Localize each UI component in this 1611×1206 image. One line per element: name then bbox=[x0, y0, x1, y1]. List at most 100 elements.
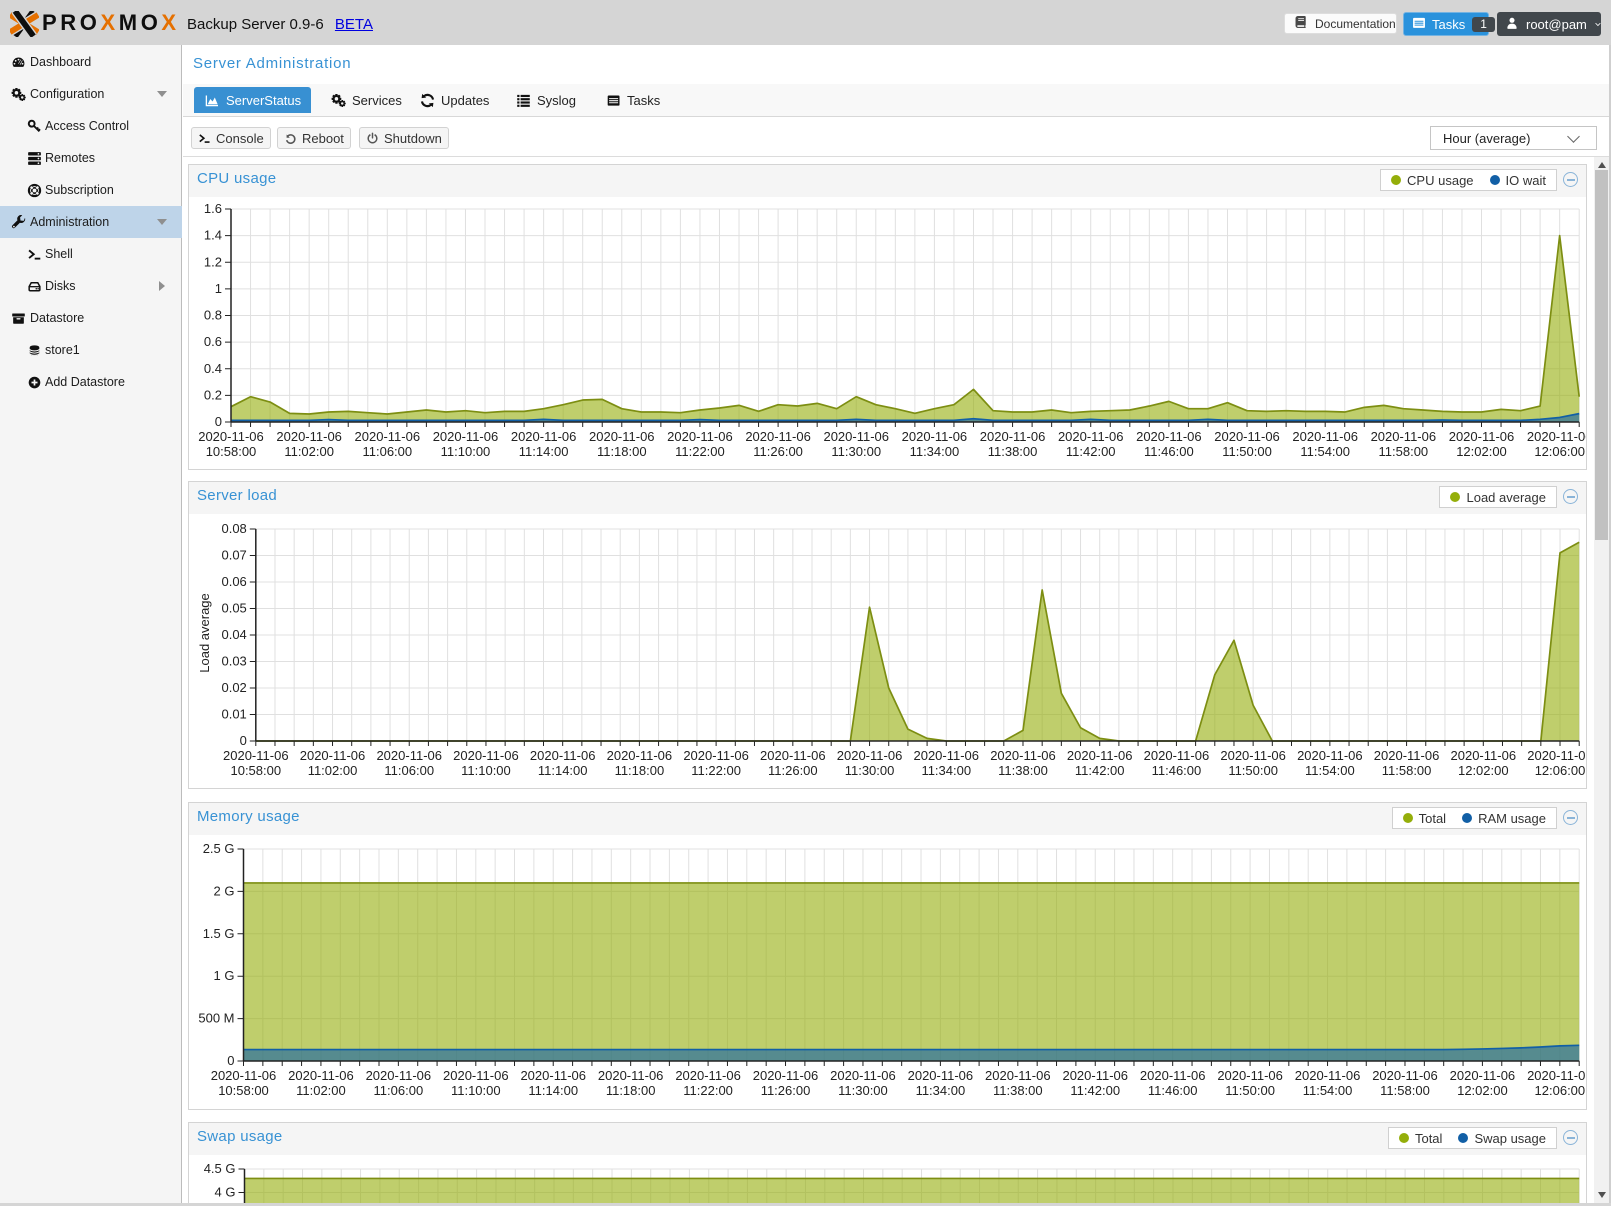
svg-text:0.08: 0.08 bbox=[221, 521, 246, 536]
svg-text:0.8: 0.8 bbox=[204, 308, 222, 323]
svg-text:4.5 G: 4.5 G bbox=[204, 1161, 236, 1176]
svg-text:11:50:00: 11:50:00 bbox=[1222, 444, 1272, 459]
svg-text:11:26:00: 11:26:00 bbox=[753, 444, 803, 459]
svg-text:11:46:00: 11:46:00 bbox=[1144, 444, 1194, 459]
svg-text:0.05: 0.05 bbox=[221, 601, 246, 616]
svg-text:2020-11-06: 2020-11-06 bbox=[1372, 1068, 1438, 1083]
svg-text:2020-11-06: 2020-11-06 bbox=[683, 748, 749, 763]
svg-text:11:46:00: 11:46:00 bbox=[1148, 1083, 1198, 1098]
svg-text:2020-11-06: 2020-11-06 bbox=[589, 429, 655, 444]
svg-text:1.4: 1.4 bbox=[204, 228, 222, 243]
svg-text:11:18:00: 11:18:00 bbox=[615, 763, 665, 778]
svg-text:2020-11-06: 2020-11-06 bbox=[823, 429, 889, 444]
svg-text:11:14:00: 11:14:00 bbox=[519, 444, 569, 459]
svg-text:Load average: Load average bbox=[197, 593, 212, 673]
svg-text:12:06:00: 12:06:00 bbox=[1535, 1083, 1586, 1098]
svg-text:11:10:00: 11:10:00 bbox=[451, 1083, 501, 1098]
svg-text:2020-11-06: 2020-11-06 bbox=[1217, 1068, 1283, 1083]
svg-text:0.4: 0.4 bbox=[204, 361, 222, 376]
svg-text:2020-11-06: 2020-11-06 bbox=[1062, 1068, 1128, 1083]
svg-text:11:34:00: 11:34:00 bbox=[916, 1083, 966, 1098]
svg-text:11:54:00: 11:54:00 bbox=[1300, 444, 1350, 459]
svg-text:2020-11-06: 2020-11-06 bbox=[520, 1068, 586, 1083]
svg-text:2020-11-06: 2020-11-06 bbox=[211, 1068, 277, 1083]
svg-text:2020-11-06: 2020-11-06 bbox=[745, 429, 811, 444]
svg-text:11:26:00: 11:26:00 bbox=[761, 1083, 811, 1098]
svg-text:11:46:00: 11:46:00 bbox=[1152, 763, 1202, 778]
svg-text:2020-11-06: 2020-11-06 bbox=[990, 748, 1056, 763]
svg-text:1.2: 1.2 bbox=[204, 254, 222, 269]
svg-text:11:34:00: 11:34:00 bbox=[921, 763, 971, 778]
svg-text:11:30:00: 11:30:00 bbox=[845, 763, 895, 778]
svg-text:11:58:00: 11:58:00 bbox=[1382, 763, 1432, 778]
svg-text:2020-11-06: 2020-11-06 bbox=[1220, 748, 1286, 763]
svg-text:11:14:00: 11:14:00 bbox=[538, 763, 588, 778]
svg-text:11:22:00: 11:22:00 bbox=[675, 444, 725, 459]
svg-text:2020-11-06: 2020-11-06 bbox=[355, 429, 421, 444]
svg-text:11:54:00: 11:54:00 bbox=[1303, 1083, 1353, 1098]
svg-text:2020-11-06: 2020-11-06 bbox=[753, 1068, 819, 1083]
svg-text:0.04: 0.04 bbox=[221, 627, 246, 642]
svg-text:2020-11-06: 2020-11-06 bbox=[837, 748, 903, 763]
svg-text:0: 0 bbox=[227, 1053, 234, 1068]
svg-text:12:02:00: 12:02:00 bbox=[1457, 1083, 1508, 1098]
svg-text:11:06:00: 11:06:00 bbox=[374, 1083, 424, 1098]
svg-text:11:42:00: 11:42:00 bbox=[1066, 444, 1116, 459]
svg-text:11:10:00: 11:10:00 bbox=[441, 444, 491, 459]
svg-text:2020-11-06: 2020-11-06 bbox=[598, 1068, 664, 1083]
svg-text:11:10:00: 11:10:00 bbox=[461, 763, 511, 778]
svg-text:0.06: 0.06 bbox=[221, 574, 246, 589]
svg-text:11:06:00: 11:06:00 bbox=[362, 444, 412, 459]
svg-text:11:02:00: 11:02:00 bbox=[284, 444, 334, 459]
svg-text:2020-11-06: 2020-11-06 bbox=[1295, 1068, 1361, 1083]
svg-text:10:58:00: 10:58:00 bbox=[218, 1083, 269, 1098]
svg-text:2020-11-06: 2020-11-06 bbox=[1067, 748, 1133, 763]
svg-text:10:58:00: 10:58:00 bbox=[206, 444, 257, 459]
svg-text:11:18:00: 11:18:00 bbox=[597, 444, 647, 459]
svg-text:11:38:00: 11:38:00 bbox=[998, 763, 1048, 778]
svg-text:2020-11-06: 2020-11-06 bbox=[376, 748, 442, 763]
svg-text:2020-11-06: 2020-11-06 bbox=[443, 1068, 509, 1083]
svg-text:4 G: 4 G bbox=[215, 1185, 236, 1200]
svg-text:2020-11-06: 2020-11-06 bbox=[1140, 1068, 1206, 1083]
svg-text:1.5 G: 1.5 G bbox=[203, 926, 235, 941]
svg-text:11:38:00: 11:38:00 bbox=[988, 444, 1038, 459]
svg-text:2020-11-06: 2020-11-06 bbox=[607, 748, 673, 763]
svg-text:2020-11-06: 2020-11-06 bbox=[1214, 429, 1280, 444]
svg-text:1.6: 1.6 bbox=[204, 201, 222, 216]
svg-text:500 M: 500 M bbox=[198, 1011, 234, 1026]
svg-text:1 G: 1 G bbox=[214, 968, 235, 983]
svg-text:0.6: 0.6 bbox=[204, 334, 222, 349]
svg-text:2020-11-06: 2020-11-06 bbox=[366, 1068, 432, 1083]
svg-text:10:58:00: 10:58:00 bbox=[230, 763, 281, 778]
svg-text:2020-11-06: 2020-11-06 bbox=[902, 429, 968, 444]
svg-text:12:06:00: 12:06:00 bbox=[1534, 444, 1585, 459]
svg-text:2020-11-06: 2020-11-06 bbox=[223, 748, 289, 763]
svg-text:2020-11-06: 2020-11-06 bbox=[1527, 748, 1586, 763]
svg-text:11:54:00: 11:54:00 bbox=[1305, 763, 1355, 778]
svg-text:2020-11-06: 2020-11-06 bbox=[1451, 748, 1517, 763]
svg-text:2020-11-06: 2020-11-06 bbox=[1292, 429, 1358, 444]
svg-text:0.02: 0.02 bbox=[221, 680, 246, 695]
svg-text:2020-11-06: 2020-11-06 bbox=[1374, 748, 1440, 763]
svg-text:2020-11-06: 2020-11-06 bbox=[198, 429, 264, 444]
svg-text:11:42:00: 11:42:00 bbox=[1070, 1083, 1120, 1098]
svg-text:12:02:00: 12:02:00 bbox=[1458, 763, 1509, 778]
svg-text:2020-11-06: 2020-11-06 bbox=[1450, 1068, 1516, 1083]
svg-text:2020-11-06: 2020-11-06 bbox=[667, 429, 733, 444]
svg-text:2020-11-06: 2020-11-06 bbox=[1527, 1068, 1586, 1083]
svg-text:2020-11-06: 2020-11-06 bbox=[1297, 748, 1363, 763]
svg-text:11:38:00: 11:38:00 bbox=[993, 1083, 1043, 1098]
svg-text:2020-11-06: 2020-11-06 bbox=[433, 429, 499, 444]
svg-text:12:06:00: 12:06:00 bbox=[1535, 763, 1586, 778]
svg-text:11:58:00: 11:58:00 bbox=[1379, 444, 1429, 459]
svg-text:0.01: 0.01 bbox=[221, 707, 246, 722]
svg-text:2020-11-06: 2020-11-06 bbox=[830, 1068, 896, 1083]
svg-text:11:18:00: 11:18:00 bbox=[606, 1083, 656, 1098]
svg-text:11:02:00: 11:02:00 bbox=[308, 763, 358, 778]
svg-text:0.03: 0.03 bbox=[221, 654, 246, 669]
svg-text:2020-11-06: 2020-11-06 bbox=[913, 748, 979, 763]
svg-text:11:30:00: 11:30:00 bbox=[838, 1083, 888, 1098]
svg-text:0: 0 bbox=[215, 414, 222, 429]
svg-text:11:22:00: 11:22:00 bbox=[683, 1083, 733, 1098]
